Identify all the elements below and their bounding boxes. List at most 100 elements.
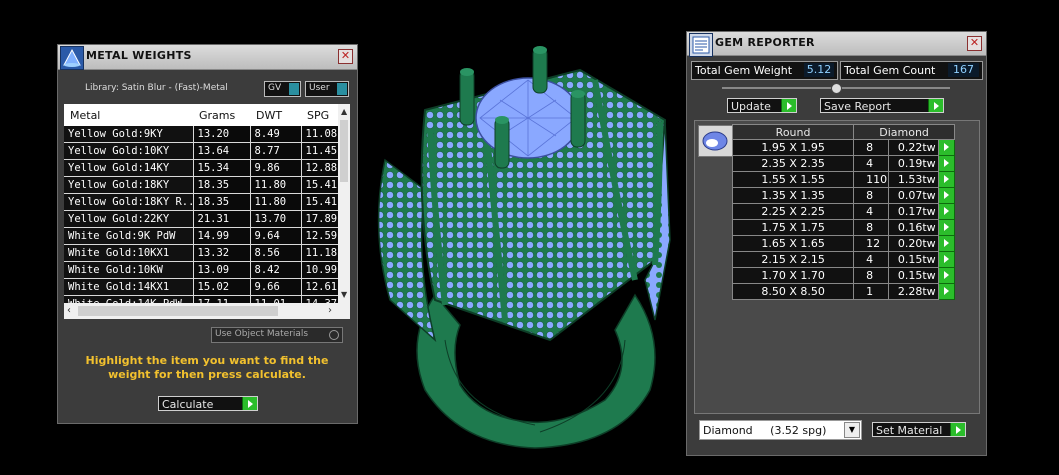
metal-name-cell: Yellow Gold:22KY [64,210,194,228]
col-header-dwt[interactable]: DWT [256,109,282,122]
user-toggle[interactable]: User [305,81,349,97]
gem-row[interactable]: 1.75 X 1.75 8 0.16tw [731,219,956,236]
gem-row-select-arrow-icon[interactable] [937,235,956,252]
use-object-materials-toggle[interactable]: Use Object Materials [211,327,343,343]
metal-table-vscroll-thumb[interactable] [340,120,348,182]
metal-row[interactable]: White Gold:10KW 13.09 8.42 10.99 [64,261,339,279]
material-select-chevron-icon[interactable]: ▼ [844,422,860,438]
dwt-cell: 13.70 [250,210,302,228]
gem-weight-cell: 0.19tw [887,155,939,172]
gem-row-select-arrow-icon[interactable] [937,219,956,236]
scroll-up-icon[interactable]: ▲ [341,107,347,116]
metal-row[interactable]: Yellow Gold:18KY 18.35 11.80 15.41 [64,176,339,194]
gem-row[interactable]: 1.65 X 1.65 12 0.20tw [731,235,956,252]
metal-row[interactable]: Yellow Gold:14KY 15.34 9.86 12.88 [64,159,339,177]
gem-row[interactable]: 1.55 X 1.55 110 1.53tw [731,171,956,188]
save-report-button[interactable]: Save Report [820,98,944,113]
scroll-right-icon[interactable]: › [328,305,332,316]
metal-row[interactable]: White Gold:10KX1 13.32 8.56 11.18 [64,244,339,262]
total-weight-box: Total Gem Weight 5.12 [691,61,838,80]
scroll-down-icon[interactable]: ▼ [341,290,347,299]
user-toggle-indicator [337,83,347,95]
material-select[interactable]: Diamond (3.52 spg) ▼ [699,420,862,440]
use-object-materials-label: Use Object Materials [215,329,309,339]
gem-row[interactable]: 1.35 X 1.35 8 0.07tw [731,187,956,204]
gem-row-select-arrow-icon[interactable] [937,251,956,268]
gem-row-select-arrow-icon[interactable] [937,203,956,220]
gem-row-select-arrow-icon[interactable] [937,171,956,188]
prong-2-tip [533,46,547,54]
gem-slider-handle[interactable] [831,83,842,94]
calculate-button[interactable]: Calculate [158,396,258,411]
metal-table: Metal Grams DWT SPG Yellow Gold:9KY 13.20… [64,104,350,319]
prong-1 [459,69,475,126]
metal-row[interactable]: Yellow Gold:18KY R... 18.35 11.80 15.41 [64,193,339,211]
gem-row-select-arrow-icon[interactable] [937,155,956,172]
gem-weight-cell: 1.53tw [887,171,939,188]
gem-row[interactable]: 8.50 X 8.50 1 2.28tw [731,283,956,300]
dwt-cell: 8.77 [250,142,302,160]
ring-3d-viewport[interactable] [365,40,675,465]
gem-row[interactable]: 2.15 X 2.15 4 0.15tw [731,251,956,268]
metal-row[interactable]: Yellow Gold:9KY 13.20 8.49 11.08 [64,126,339,143]
calculate-label: Calculate [162,398,214,411]
round-gem-icon[interactable] [698,125,733,157]
gem-count-cell: 8 [853,139,889,156]
scroll-left-icon[interactable]: ‹ [67,305,71,316]
metal-rows: Yellow Gold:9KY 13.20 8.49 11.08 Yellow Gold… [64,126,339,313]
gv-toggle[interactable]: GV [264,81,301,97]
set-material-button[interactable]: Set Material [872,422,966,437]
spg-cell: 12.88 [301,159,339,177]
gem-count-cell: 8 [853,219,889,236]
set-material-label: Set Material [876,424,943,437]
metal-name-cell: Yellow Gold:14KY [64,159,194,177]
col-header-spg[interactable]: SPG [307,109,329,122]
metal-row[interactable]: Yellow Gold:10KY 13.64 8.77 11.45 [64,142,339,160]
gem-row-select-arrow-icon[interactable] [937,267,956,284]
grams-cell: 18.35 [193,176,251,194]
gem-row[interactable]: 2.35 X 2.35 4 0.19tw [731,155,956,172]
prong-2 [532,47,548,94]
metal-weights-titlebar[interactable]: METAL WEIGHTS ✕ [58,45,357,70]
grams-cell: 18.35 [193,193,251,211]
metal-table-hscrollbar[interactable]: ‹ › [64,303,350,319]
prong-3 [570,91,586,148]
metal-weights-close-icon[interactable]: ✕ [338,49,353,64]
gem-slider[interactable] [722,83,950,94]
metal-row[interactable]: White Gold:14KX1 15.02 9.66 12.61 [64,278,339,296]
grams-cell: 13.64 [193,142,251,160]
gem-row-select-arrow-icon[interactable] [937,139,956,156]
gem-count-cell: 110 [853,171,889,188]
gem-row[interactable]: 2.25 X 2.25 4 0.17tw [731,203,956,220]
gem-row[interactable]: 1.95 X 1.95 8 0.22tw [731,139,956,156]
metal-row[interactable]: White Gold:9K PdW 14.99 9.64 12.59 [64,227,339,245]
gem-reporter-titlebar[interactable]: GEM REPORTER ✕ [687,32,986,57]
gem-reporter-title: GEM REPORTER [715,36,815,49]
gem-weight-cell: 0.17tw [887,203,939,220]
metal-row[interactable]: Yellow Gold:22KY 21.31 13.70 17.89 [64,210,339,228]
metal-table-vscrollbar[interactable]: ▲ ▼ [338,104,350,303]
gem-row[interactable]: 1.70 X 1.70 8 0.15tw [731,267,956,284]
set-material-arrow-icon [950,423,965,436]
gem-weight-cell: 0.22tw [887,139,939,156]
total-weight-label: Total Gem Weight [695,64,793,77]
metal-name-cell: Yellow Gold:18KY R... [64,193,194,211]
gem-weight-cell: 0.15tw [887,267,939,284]
gem-row-select-arrow-icon[interactable] [937,187,956,204]
gem-count-cell: 4 [853,155,889,172]
col-header-grams[interactable]: Grams [199,109,235,122]
col-header-metal[interactable]: Metal [70,109,100,122]
spg-cell: 11.45 [301,142,339,160]
gem-size-cell: 1.75 X 1.75 [731,219,855,236]
grams-cell: 14.99 [193,227,251,245]
update-button[interactable]: Update [727,98,797,113]
metal-weights-panel: METAL WEIGHTS ✕ Library: Satin Blur - (F… [57,44,358,424]
gv-toggle-indicator [289,83,299,95]
dwt-cell: 11.80 [250,193,302,211]
spg-cell: 15.41 [301,193,339,211]
gem-count-cell: 4 [853,203,889,220]
gem-size-cell: 1.55 X 1.55 [731,171,855,188]
gem-reporter-close-icon[interactable]: ✕ [967,36,982,51]
metal-table-hscroll-thumb[interactable] [78,306,278,316]
gem-row-select-arrow-icon[interactable] [937,283,956,300]
